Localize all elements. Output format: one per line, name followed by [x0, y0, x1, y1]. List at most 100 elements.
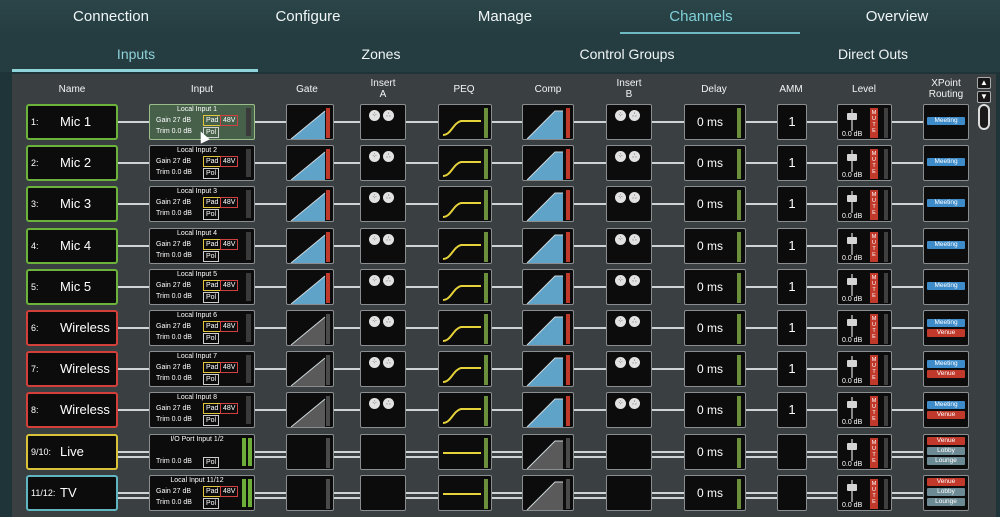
phantom-48v-toggle[interactable]: 48V	[220, 279, 239, 291]
insert-a-block[interactable]	[360, 433, 406, 470]
mute-button[interactable]: M U T E	[870, 149, 878, 180]
gate-block[interactable]	[286, 104, 334, 140]
amm-block[interactable]: 1	[777, 186, 807, 223]
phantom-48v-toggle[interactable]: 48V	[220, 403, 239, 415]
mute-button[interactable]: M U T E	[870, 272, 878, 303]
delay-block[interactable]: 0 ms	[684, 310, 746, 346]
insert-a-block[interactable]: ⁘ ∴	[360, 351, 406, 388]
input-config-box[interactable]: Local Input 2 Gain 27 dB Trim 0.0 dB Pad 48V…	[149, 145, 255, 182]
insert-b-block[interactable]: ⁘ ∴	[606, 227, 652, 264]
channel-name-box[interactable]: 6: Wireless	[26, 310, 118, 346]
insert-b-block[interactable]: ⁘ ∴	[606, 145, 652, 182]
mute-button[interactable]: M U T E	[870, 314, 878, 344]
level-fader-handle[interactable]	[847, 154, 857, 162]
level-block[interactable]: 0.0 dB M U T E	[837, 310, 892, 346]
insert-a-block[interactable]: ⁘ ∴	[360, 310, 406, 346]
insert-b-block[interactable]: ⁘ ∴	[606, 268, 652, 305]
peq-block[interactable]	[438, 433, 492, 470]
phantom-48v-toggle[interactable]: 48V	[220, 485, 239, 497]
level-block[interactable]: 0.0 dB M U T E	[837, 474, 892, 511]
delay-block[interactable]: 0 ms	[684, 104, 746, 140]
input-config-box[interactable]: Local Input 3 Gain 27 dB Trim 0.0 dB Pad 48V…	[149, 186, 255, 223]
comp-block[interactable]	[522, 474, 574, 511]
level-fader-handle[interactable]	[847, 195, 857, 203]
tab-channels[interactable]: Channels	[669, 8, 732, 25]
delay-block[interactable]: 0 ms	[684, 433, 746, 470]
amm-block[interactable]: 1	[777, 145, 807, 182]
amm-block[interactable]	[777, 474, 807, 511]
peq-block[interactable]	[438, 186, 492, 223]
mute-button[interactable]: M U T E	[870, 437, 878, 468]
channel-name-box[interactable]: 5: Mic 5	[26, 268, 118, 305]
insert-b-block[interactable]: ⁘ ∴	[606, 351, 652, 388]
tab-connection[interactable]: Connection	[73, 8, 149, 25]
peq-block[interactable]	[438, 351, 492, 388]
insert-a-block[interactable]: ⁘ ∴	[360, 186, 406, 223]
xpoint-routing-block[interactable]: Venue Lobby Lounge	[923, 474, 969, 511]
xpoint-routing-block[interactable]: Venue Lobby Lounge	[923, 433, 969, 470]
xpoint-routing-block[interactable]: Meeting Venue	[923, 310, 969, 346]
phantom-48v-toggle[interactable]: 48V	[220, 156, 239, 168]
subtab-zones[interactable]: Zones	[362, 46, 401, 62]
delay-block[interactable]: 0 ms	[684, 474, 746, 511]
polarity-toggle[interactable]: Pol	[203, 209, 220, 221]
polarity-toggle[interactable]: Pol	[203, 456, 220, 468]
delay-block[interactable]: 0 ms	[684, 227, 746, 264]
input-config-box[interactable]: Local Input 5 Gain 27 dB Trim 0.0 dB Pad 48V…	[149, 268, 255, 305]
polarity-toggle[interactable]: Pol	[203, 415, 220, 427]
gate-block[interactable]	[286, 310, 334, 346]
peq-block[interactable]	[438, 227, 492, 264]
channel-name-box[interactable]: 11/12: TV	[26, 474, 118, 511]
scroll-down-button[interactable]: ▼	[977, 91, 991, 103]
delay-block[interactable]: 0 ms	[684, 392, 746, 429]
channel-name-box[interactable]: 3: Mic 3	[26, 186, 118, 223]
polarity-toggle[interactable]: Pol	[203, 250, 220, 262]
level-block[interactable]: 0.0 dB M U T E	[837, 227, 892, 264]
routing-tag[interactable]: Meeting	[927, 401, 965, 410]
pad-toggle[interactable]: Pad	[203, 238, 222, 250]
gate-block[interactable]	[286, 392, 334, 429]
routing-tag[interactable]: Meeting	[927, 281, 965, 290]
input-config-box[interactable]: Local Input 4 Gain 27 dB Trim 0.0 dB Pad 48V…	[149, 227, 255, 264]
gate-block[interactable]	[286, 474, 334, 511]
routing-tag[interactable]: Lobby	[927, 446, 965, 455]
polarity-toggle[interactable]: Pol	[203, 291, 220, 303]
polarity-toggle[interactable]: Pol	[203, 333, 220, 344]
peq-block[interactable]	[438, 145, 492, 182]
phantom-48v-toggle[interactable]: 48V	[220, 197, 239, 209]
input-config-box[interactable]: Local Input 11/12 Gain 27 dB Trim 0.0 dB Pa…	[149, 474, 255, 511]
amm-block[interactable]	[777, 433, 807, 470]
input-config-box[interactable]: Local Input 7 Gain 27 dB Trim 0.0 dB Pad 48V…	[149, 351, 255, 388]
insert-a-block[interactable]: ⁘ ∴	[360, 145, 406, 182]
level-block[interactable]: 0.0 dB M U T E	[837, 392, 892, 429]
insert-b-block[interactable]: ⁘ ∴	[606, 186, 652, 223]
xpoint-routing-block[interactable]: Meeting Venue	[923, 392, 969, 429]
subtab-direct-outs[interactable]: Direct Outs	[838, 46, 908, 62]
level-fader-handle[interactable]	[847, 319, 857, 326]
level-fader-handle[interactable]	[847, 360, 857, 368]
pad-toggle[interactable]: Pad	[203, 156, 222, 168]
xpoint-routing-block[interactable]: Meeting	[923, 186, 969, 223]
insert-a-block[interactable]: ⁘ ∴	[360, 268, 406, 305]
peq-block[interactable]	[438, 474, 492, 511]
routing-tag[interactable]: Meeting	[927, 240, 965, 249]
insert-a-block[interactable]: ⁘ ∴	[360, 104, 406, 140]
pad-toggle[interactable]: Pad	[203, 362, 222, 374]
mute-button[interactable]: M U T E	[870, 478, 878, 509]
routing-tag[interactable]: Lounge	[927, 497, 965, 506]
level-fader-handle[interactable]	[847, 483, 857, 491]
xpoint-routing-block[interactable]: Meeting	[923, 268, 969, 305]
level-block[interactable]: 0.0 dB M U T E	[837, 104, 892, 140]
routing-tag[interactable]: Meeting	[927, 158, 965, 167]
routing-tag[interactable]: Venue	[927, 436, 965, 445]
polarity-toggle[interactable]: Pol	[203, 497, 220, 509]
phantom-48v-toggle[interactable]: 48V	[220, 362, 239, 374]
routing-tag[interactable]: Venue	[927, 411, 965, 420]
insert-a-block[interactable]	[360, 474, 406, 511]
amm-block[interactable]: 1	[777, 227, 807, 264]
level-fader-handle[interactable]	[847, 236, 857, 244]
delay-block[interactable]: 0 ms	[684, 268, 746, 305]
gate-block[interactable]	[286, 227, 334, 264]
gate-block[interactable]	[286, 186, 334, 223]
xpoint-routing-block[interactable]: Meeting Venue	[923, 351, 969, 388]
